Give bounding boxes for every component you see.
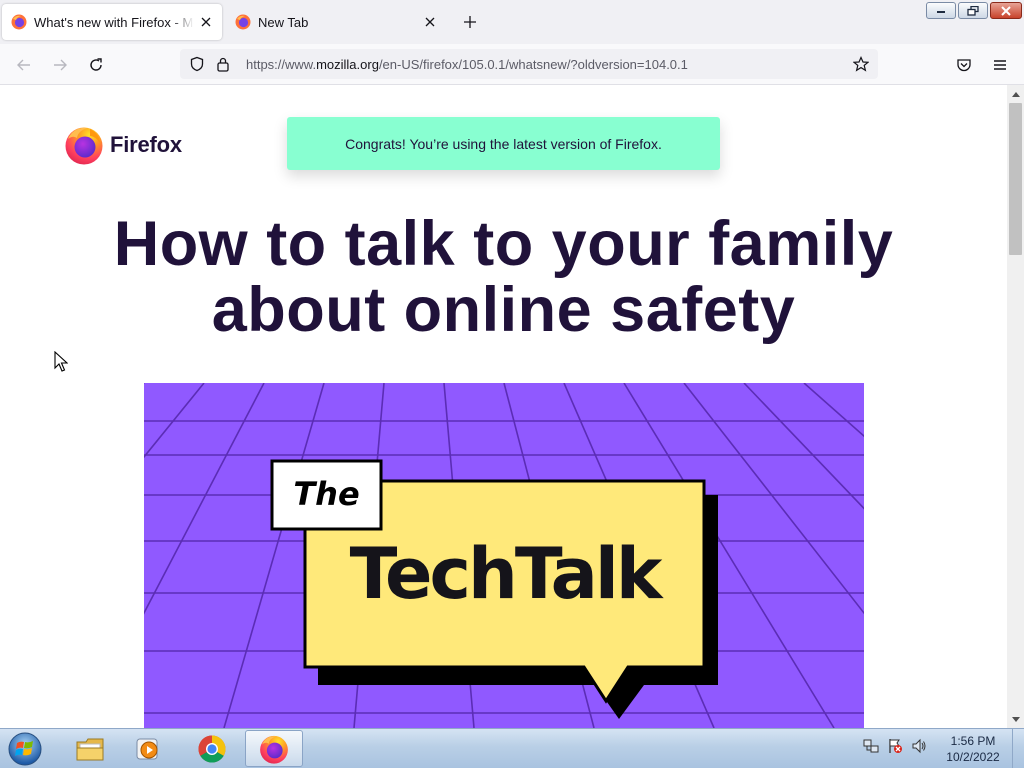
pocket-button[interactable]	[951, 52, 977, 78]
taskbar-firefox-button[interactable]	[245, 730, 303, 767]
chrome-icon	[198, 735, 226, 763]
window-controls	[926, 2, 1022, 19]
windows-explorer-icon	[76, 738, 104, 760]
windows-taskbar: 1:56 PM 10/2/2022	[0, 728, 1024, 768]
arrow-left-icon	[17, 59, 30, 71]
close-tab-icon[interactable]	[194, 10, 218, 34]
hamburger-menu-icon	[994, 60, 1006, 70]
brand-name: Firefox	[110, 132, 182, 157]
firefox-icon	[11, 14, 27, 30]
firefox-logo[interactable]: Firefox	[64, 125, 182, 165]
tab-label: New Tab	[258, 14, 309, 30]
arrow-right-icon	[54, 59, 67, 71]
network-icon[interactable]	[862, 737, 880, 755]
scroll-up-arrow-icon[interactable]	[1007, 85, 1024, 102]
firefox-icon	[235, 14, 251, 30]
plus-icon	[464, 16, 476, 28]
mouse-pointer-icon	[54, 351, 68, 372]
minimize-button[interactable]	[926, 2, 956, 19]
tab-label: What's new with Firefox - More	[34, 14, 194, 30]
taskbar-chrome-button[interactable]	[183, 730, 241, 767]
taskbar-explorer-button[interactable]	[61, 730, 119, 767]
url-path: /en-US/firefox/105.0.1/whatsnew/?oldvers…	[378, 56, 688, 72]
restore-icon	[967, 5, 979, 16]
minimize-icon	[937, 10, 945, 13]
tab-strip: What's new with Firefox - More New Tab	[0, 0, 1024, 44]
firefox-icon	[65, 127, 103, 165]
headline-line-2: about online safety	[211, 275, 796, 345]
bookmark-star-icon[interactable]	[848, 51, 874, 77]
headline-line-1: How to talk to your family	[113, 209, 894, 279]
lock-icon[interactable]	[210, 51, 236, 77]
pocket-icon	[957, 59, 971, 72]
reload-button[interactable]	[83, 52, 109, 78]
action-center-flag-icon[interactable]	[886, 737, 904, 755]
reload-icon	[90, 58, 102, 71]
notice-text: Congrats! You’re using the latest versio…	[345, 135, 662, 152]
scrollbar-thumb[interactable]	[1009, 103, 1022, 255]
windows-start-orb-icon	[8, 732, 42, 766]
firefox-icon	[260, 735, 288, 764]
tab-new-tab[interactable]: New Tab	[226, 4, 446, 40]
hero-title-text: TechTalk	[349, 533, 663, 615]
forward-button[interactable]	[47, 52, 73, 78]
app-menu-button[interactable]	[987, 52, 1013, 78]
new-tab-button[interactable]	[458, 10, 482, 34]
scroll-down-arrow-icon[interactable]	[1007, 711, 1024, 728]
close-tab-icon[interactable]	[418, 10, 442, 34]
restore-button[interactable]	[958, 2, 988, 19]
system-clock[interactable]: 1:56 PM 10/2/2022	[940, 733, 1006, 765]
close-icon	[1001, 5, 1011, 16]
url-prefix: https://www.	[246, 56, 317, 72]
clock-time: 1:56 PM	[950, 734, 996, 748]
show-desktop-button[interactable]	[1012, 729, 1024, 768]
url-bar[interactable]: https://www.mozilla.org/en-US/firefox/10…	[180, 49, 878, 79]
url-text[interactable]: https://www.mozilla.org/en-US/firefox/10…	[246, 57, 848, 72]
start-button[interactable]	[5, 731, 45, 767]
hero-tag-text: The	[293, 475, 360, 513]
update-notification-banner: Congrats! You’re using the latest versio…	[287, 117, 720, 170]
page-viewport: Firefox Congrats! You’re using the lates…	[0, 85, 1007, 728]
taskbar-media-player-button[interactable]	[119, 730, 177, 767]
hero-image: The TechTalk	[144, 383, 864, 728]
back-button[interactable]	[11, 52, 37, 78]
page-headline: How to talk to your family about online …	[0, 211, 1007, 343]
close-window-button[interactable]	[990, 2, 1022, 19]
tracking-protection-shield-icon[interactable]	[184, 51, 210, 77]
volume-icon[interactable]	[910, 737, 928, 755]
system-tray	[862, 737, 928, 755]
page-scrollbar[interactable]	[1007, 85, 1024, 728]
clock-date: 10/2/2022	[946, 750, 1000, 764]
url-host: mozilla.org	[316, 56, 379, 72]
navigation-toolbar: https://www.mozilla.org/en-US/firefox/10…	[0, 44, 1024, 85]
tab-whats-new[interactable]: What's new with Firefox - More	[2, 4, 222, 40]
media-player-icon	[136, 738, 158, 759]
